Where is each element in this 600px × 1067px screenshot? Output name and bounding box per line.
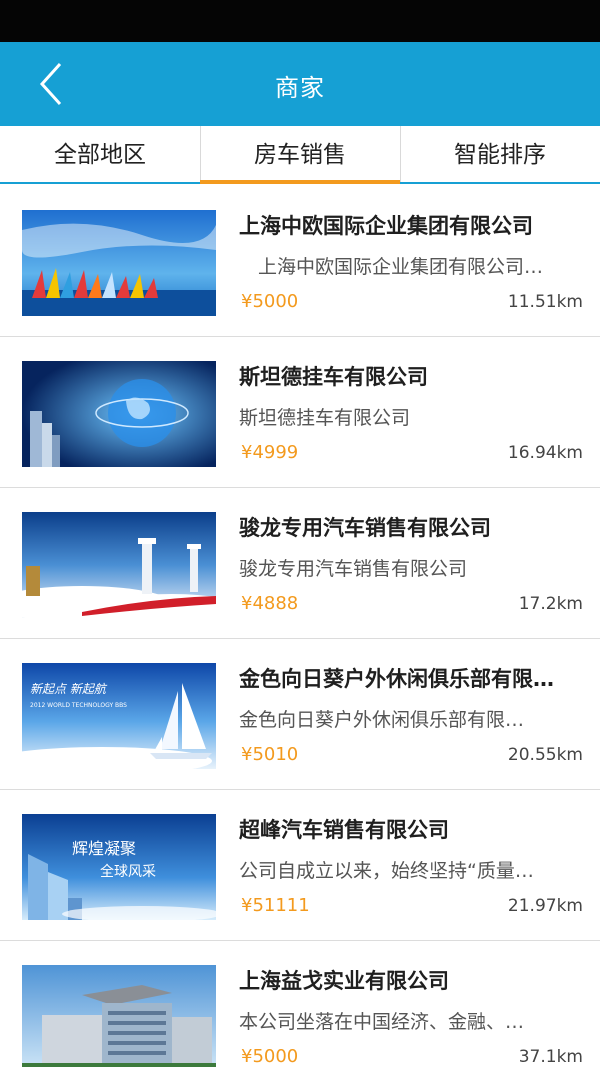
- merchant-thumbnail: [22, 210, 216, 316]
- tab-region[interactable]: 全部地区: [0, 126, 200, 182]
- merchant-name: 超峰汽车销售有限公司: [239, 818, 449, 842]
- banner-subtitle: 2012 WORLD TECHNOLOGY BBS: [30, 702, 127, 709]
- merchant-name: 斯坦德挂车有限公司: [239, 365, 428, 389]
- merchant-description: 骏龙专用汽车销售有限公司: [239, 558, 468, 580]
- merchant-description: 本公司坐落在中国经济、金融、…: [239, 1011, 525, 1033]
- merchant-price: ¥5000: [241, 291, 299, 312]
- merchant-price: ¥4888: [241, 593, 299, 614]
- list-item[interactable]: 上海中欧国际企业集团有限公司 上海中欧国际企业集团有限公司… ¥5000 11.…: [0, 186, 600, 337]
- merchant-description: 金色向日葵户外休闲俱乐部有限…: [239, 709, 525, 731]
- merchant-distance: 37.1km: [518, 1047, 583, 1067]
- globe-city-image: [22, 361, 216, 467]
- list-item[interactable]: 新起点 新起航 2012 WORLD TECHNOLOGY BBS 金色向日葵户…: [0, 639, 600, 790]
- merchant-name: 骏龙专用汽车销售有限公司: [239, 516, 491, 540]
- list-item[interactable]: 骏龙专用汽车销售有限公司 骏龙专用汽车销售有限公司 ¥4888 17.2km: [0, 488, 600, 639]
- list-item[interactable]: 上海益戈实业有限公司 本公司坐落在中国经济、金融、… ¥5000 37.1km: [0, 941, 600, 1067]
- columns-clouds-image: [22, 512, 216, 618]
- merchant-distance: 17.2km: [518, 594, 583, 614]
- merchant-thumbnail: 辉煌凝聚 全球风采: [22, 814, 216, 920]
- merchant-description: 斯坦德挂车有限公司: [239, 407, 411, 429]
- nav-bar: 商家: [0, 42, 600, 126]
- banner-slogan: 辉煌凝聚: [72, 839, 136, 858]
- banner-subtitle: 全球风采: [100, 863, 156, 880]
- merchant-thumbnail: [22, 512, 216, 618]
- merchant-price: ¥5010: [241, 744, 299, 765]
- merchant-name: 上海益戈实业有限公司: [239, 969, 449, 993]
- merchant-thumbnail: [22, 965, 216, 1067]
- merchant-thumbnail: 新起点 新起航 2012 WORLD TECHNOLOGY BBS: [22, 663, 216, 769]
- world-technology-sails-image: 新起点 新起航 2012 WORLD TECHNOLOGY BBS: [22, 663, 216, 769]
- list-item[interactable]: 辉煌凝聚 全球风采 超峰汽车销售有限公司 公司自成立以来，始终坚持“质量… ¥5…: [0, 790, 600, 941]
- merchant-price: ¥51111: [241, 895, 310, 916]
- merchant-distance: 21.97km: [507, 896, 583, 916]
- sailboats-image: [22, 210, 216, 316]
- filter-tabs: 全部地区 房车销售 智能排序: [0, 126, 600, 184]
- merchant-distance: 11.51km: [507, 292, 583, 312]
- tab-smart-sort[interactable]: 智能排序: [400, 126, 600, 182]
- merchant-description: 上海中欧国际企业集团有限公司…: [239, 256, 544, 278]
- merchant-price: ¥4999: [241, 442, 299, 463]
- tab-rv-sales[interactable]: 房车销售: [200, 126, 400, 184]
- banner-slogan: 新起点 新起航: [30, 682, 108, 696]
- merchant-thumbnail: [22, 361, 216, 467]
- page-title: 商家: [275, 74, 325, 102]
- merchant-distance: 16.94km: [507, 443, 583, 463]
- office-building-image: [22, 965, 216, 1067]
- merchant-name: 上海中欧国际企业集团有限公司: [239, 214, 533, 238]
- list-item[interactable]: 斯坦德挂车有限公司 斯坦德挂车有限公司 ¥4999 16.94km: [0, 337, 600, 488]
- skyscraper-image: 辉煌凝聚 全球风采: [22, 814, 216, 920]
- merchant-distance: 20.55km: [507, 745, 583, 765]
- merchant-list: 上海中欧国际企业集团有限公司 上海中欧国际企业集团有限公司… ¥5000 11.…: [0, 186, 600, 1067]
- status-bar: [0, 0, 600, 42]
- merchant-name: 金色向日葵户外休闲俱乐部有限…: [239, 667, 554, 691]
- merchant-description: 公司自成立以来，始终坚持“质量…: [239, 860, 534, 882]
- merchant-price: ¥5000: [241, 1046, 299, 1067]
